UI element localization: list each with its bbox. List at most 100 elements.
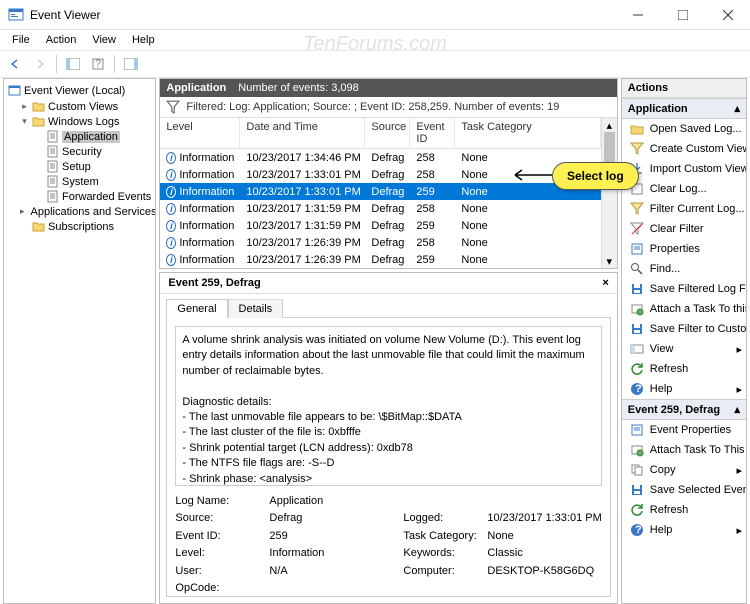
tree-item[interactable]: ▸Applications and Services Logs (18, 204, 155, 219)
action-item[interactable]: Attach Task To This Event... (622, 440, 746, 460)
action-item[interactable]: Copy▸ (622, 460, 746, 480)
log-name: Application (166, 82, 226, 94)
action-item[interactable]: Event Properties (622, 420, 746, 440)
refresh-button[interactable]: ? (87, 53, 109, 75)
table-row[interactable]: iInformation10/23/2017 1:31:59 PMDefrag2… (160, 200, 600, 217)
task-icon (630, 443, 644, 457)
grid-header[interactable]: Level Date and Time Source Event ID Task… (160, 118, 600, 149)
actions-section-event[interactable]: Event 259, Defrag▴ (622, 399, 746, 420)
tree-item[interactable]: Setup (32, 159, 155, 174)
action-item[interactable]: Properties (622, 239, 746, 259)
expand-icon[interactable]: ▸ (20, 102, 29, 111)
folder-icon (32, 100, 45, 113)
expand-icon[interactable]: ▸ (20, 207, 25, 216)
event-grid[interactable]: Level Date and Time Source Event ID Task… (160, 118, 600, 268)
back-button[interactable] (4, 53, 26, 75)
menu-view[interactable]: View (84, 32, 124, 48)
detail-tabs: General Details (160, 294, 616, 317)
log-icon (46, 175, 59, 188)
table-row[interactable]: iInformation10/23/2017 1:33:01 PMDefrag2… (160, 183, 600, 200)
maximize-button[interactable] (660, 0, 705, 30)
action-item[interactable]: Clear Log... (622, 179, 746, 199)
props-icon (630, 242, 644, 256)
save-icon (630, 322, 644, 336)
action-item[interactable]: Save Filtered Log File As... (622, 279, 746, 299)
action-item[interactable]: Filter Current Log... (622, 199, 746, 219)
action-item[interactable]: View▸ (622, 339, 746, 359)
help-icon: ? (630, 523, 644, 537)
action-item[interactable]: Import Custom View... (622, 159, 746, 179)
detail-title: Event 259, Defrag (168, 277, 260, 289)
info-icon: i (166, 203, 176, 215)
tree-root[interactable]: Event Viewer (Local) (4, 82, 155, 99)
app-icon (8, 7, 24, 23)
collapse-icon[interactable]: ▾ (20, 117, 29, 126)
tab-general[interactable]: General (166, 299, 227, 318)
actions-panel: Actions Application▴ Open Saved Log...Cr… (621, 78, 747, 604)
action-item[interactable]: ?Help▸ (622, 379, 746, 399)
menu-help[interactable]: Help (124, 32, 163, 48)
menu-action[interactable]: Action (38, 32, 85, 48)
action-item[interactable]: Attach a Task To this Log... (622, 299, 746, 319)
help-button[interactable] (120, 53, 142, 75)
refresh-icon (630, 503, 644, 517)
table-row[interactable]: iInformation10/23/2017 1:34:46 PMDefrag2… (160, 149, 600, 166)
actions-section-app[interactable]: Application▴ (622, 98, 746, 119)
action-item[interactable]: Refresh (622, 359, 746, 379)
vscrollbar[interactable]: ▴ ▾ (601, 118, 617, 268)
action-item[interactable]: Create Custom View... (622, 139, 746, 159)
copy-icon (630, 463, 644, 477)
folder-icon (630, 122, 644, 136)
forward-button[interactable] (29, 53, 51, 75)
action-item[interactable]: ?Help▸ (622, 520, 746, 540)
minimize-button[interactable] (615, 0, 660, 30)
message-box[interactable]: A volume shrink analysis was initiated o… (175, 326, 601, 486)
action-item[interactable]: Find... (622, 259, 746, 279)
separator (114, 55, 115, 73)
log-icon (8, 84, 21, 97)
table-row[interactable]: iInformation10/23/2017 1:26:39 PMDefrag2… (160, 251, 600, 268)
folder-icon (32, 115, 45, 128)
action-item[interactable]: Clear Filter (622, 219, 746, 239)
save-icon (630, 483, 644, 497)
funnel-icon (166, 100, 180, 114)
refresh-icon (630, 362, 644, 376)
collapse-icon: ▴ (734, 102, 740, 115)
menu-file[interactable]: File (4, 32, 38, 48)
info-icon: i (166, 237, 176, 249)
tree-item[interactable]: Application (32, 129, 155, 144)
tree-item[interactable]: ▸Custom Views (18, 99, 155, 114)
tab-details[interactable]: Details (228, 299, 284, 318)
show-tree-button[interactable] (62, 53, 84, 75)
tree-item[interactable]: Security (32, 144, 155, 159)
svg-text:?: ? (635, 383, 642, 395)
expand-icon[interactable] (20, 222, 29, 231)
table-row[interactable]: iInformation10/23/2017 1:31:59 PMDefrag2… (160, 217, 600, 234)
tree-panel: Event Viewer (Local) ▸Custom Views▾Windo… (3, 78, 156, 604)
log-icon (46, 160, 59, 173)
filter-row: Filtered: Log: Application; Source: ; Ev… (160, 97, 616, 118)
svg-text:?: ? (95, 58, 101, 70)
view-icon (630, 342, 644, 356)
action-item[interactable]: Save Filter to Custom Vie... (622, 319, 746, 339)
chevron-right-icon: ▸ (736, 464, 742, 477)
chevron-right-icon: ▸ (736, 383, 742, 396)
tree-item[interactable]: Subscriptions (18, 219, 155, 234)
tree-item[interactable]: Forwarded Events (32, 189, 155, 204)
list-header: Application Number of events: 3,098 (160, 79, 616, 97)
toolbar: ? (0, 50, 750, 78)
log-icon (46, 145, 59, 158)
action-item[interactable]: Save Selected Events... (622, 480, 746, 500)
chevron-right-icon: ▸ (736, 343, 742, 356)
table-row[interactable]: iInformation10/23/2017 1:26:39 PMDefrag2… (160, 234, 600, 251)
tree-item[interactable]: ▾Windows Logs (18, 114, 155, 129)
info-icon: i (166, 220, 176, 232)
info-icon: i (166, 254, 176, 266)
tree-item[interactable]: System (32, 174, 155, 189)
action-item[interactable]: Refresh (622, 500, 746, 520)
close-button[interactable] (705, 0, 750, 30)
close-detail-button[interactable]: × (602, 277, 608, 289)
action-item[interactable]: Open Saved Log... (622, 119, 746, 139)
info-icon: i (166, 169, 176, 181)
info-icon: i (166, 152, 176, 164)
